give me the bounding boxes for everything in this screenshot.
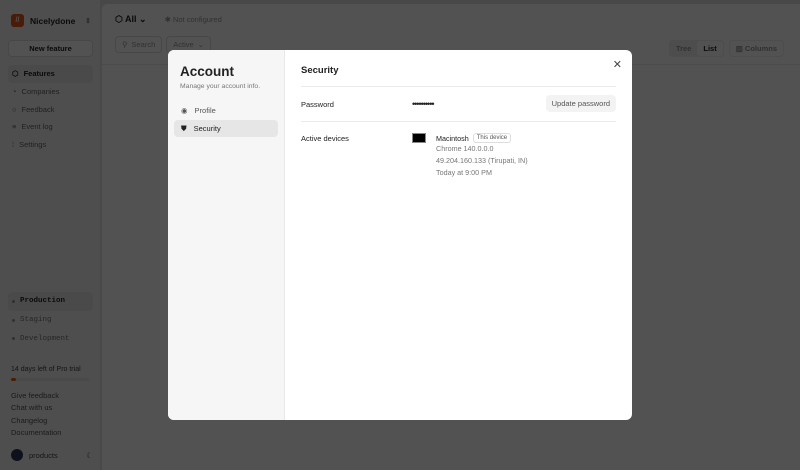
label: Feedback (21, 104, 55, 114)
pie-icon: ◔ (12, 87, 17, 97)
moon-icon[interactable]: ☾ (86, 451, 93, 460)
chat-link[interactable]: Chat with us (11, 403, 61, 415)
shield-icon: ⛊ (181, 123, 187, 133)
filter-dropdown[interactable]: ⬡ All ⌄ (115, 14, 147, 25)
env-production[interactable]: Production (8, 292, 93, 311)
dot-icon (12, 318, 15, 322)
label: Development (20, 334, 70, 343)
search-input[interactable]: ⚲ Search (115, 36, 163, 53)
filter-label: All (125, 14, 137, 24)
give-feedback-link[interactable]: Give feedback (11, 391, 61, 403)
close-icon[interactable]: ✕ (613, 58, 622, 71)
settings-icon: ⁞ (12, 140, 15, 150)
device-browser: Chrome 140.0.0.0 (436, 144, 494, 153)
avatar (11, 449, 23, 461)
chevron-updown-icon: ⇕ (85, 17, 91, 25)
log-icon: ≡ (12, 122, 17, 132)
account-modal: Account Manage your account info. ◉ Profi… (168, 50, 632, 420)
modal-subtitle: Manage your account info. (180, 83, 261, 90)
devices-row: Active devices Macintosh This device Chro… (301, 121, 616, 180)
columns-icon: ▥ (735, 44, 743, 53)
label: Event log (21, 122, 53, 132)
label: Production (20, 297, 66, 306)
integration-status[interactable]: ✱ Not configured (165, 15, 222, 24)
user-name: products (29, 450, 58, 460)
device-item: Macintosh This device Chrome 140.0.0.0 49… (436, 132, 528, 180)
changelog-link[interactable]: Changelog (11, 416, 61, 428)
cube-icon: ⬡ (12, 69, 19, 79)
search-placeholder: Search (131, 40, 156, 49)
trial-text: 14 days left of Pro trial (11, 366, 81, 373)
dot-icon (12, 337, 15, 341)
columns-button[interactable]: ▥ Columns (728, 40, 784, 57)
this-device-badge: This device (472, 133, 512, 143)
tab-tree[interactable]: Tree (670, 41, 697, 56)
devices-label: Active devices (301, 134, 349, 143)
workspace-switcher[interactable]: // Nicelydone ⇕ (11, 14, 91, 27)
password-value: •••••••••• (412, 99, 434, 109)
sidebar-item-features[interactable]: ⬡ Features (8, 65, 93, 83)
user-menu[interactable]: products ☾ (11, 449, 93, 461)
tab-list[interactable]: List (697, 41, 723, 56)
device-ip: 49.204.160.133 (Tirupati, IN) (436, 156, 528, 165)
label: Staging (20, 316, 52, 325)
modal-nav-security[interactable]: ⛊ Security (174, 120, 278, 137)
password-label: Password (301, 99, 334, 109)
device-time: Today at 9:00 PM (436, 168, 492, 177)
label: Companies (21, 87, 60, 97)
label: Settings (19, 140, 47, 150)
sidebar: // Nicelydone ⇕ New feature ⬡ Features ◔ Com… (0, 0, 100, 470)
sidebar-item-event-log[interactable]: ≡ Event log (8, 118, 93, 136)
new-feature-button[interactable]: New feature (8, 40, 93, 57)
logo-icon: // (11, 14, 24, 27)
section-title: Security (301, 65, 339, 76)
documentation-link[interactable]: Documentation (11, 428, 61, 440)
active-label: Active (173, 40, 194, 49)
sidebar-item-companies[interactable]: ◔ Companies (8, 83, 93, 101)
update-password-button[interactable]: Update password (545, 95, 616, 112)
env-staging[interactable]: Staging (8, 311, 93, 330)
device-name: Macintosh (436, 133, 469, 143)
columns-label: Columns (744, 44, 777, 53)
password-row: Password •••••••••• Update password (301, 86, 616, 121)
trial-progress (11, 378, 89, 381)
view-toggle: Tree List (668, 40, 724, 57)
modal-nav-profile[interactable]: ◉ Profile (174, 102, 278, 119)
workspace-name: Nicelydone (30, 15, 76, 26)
search-icon: ⚲ (122, 40, 128, 49)
chat-icon: ○ (12, 104, 17, 114)
label: Features (23, 69, 55, 79)
sidebar-item-feedback[interactable]: ○ Feedback (8, 100, 93, 118)
sidebar-item-settings[interactable]: ⁞ Settings (8, 136, 93, 154)
modal-title: Account (180, 64, 234, 79)
dot-icon (12, 299, 15, 303)
label: Security (193, 124, 221, 133)
env-development[interactable]: Development (8, 329, 93, 348)
trial-progress-fill (11, 378, 17, 381)
monitor-icon (412, 133, 426, 143)
label: Profile (194, 106, 216, 115)
status-label: Not configured (172, 15, 222, 24)
user-circle-icon: ◉ (181, 106, 188, 115)
